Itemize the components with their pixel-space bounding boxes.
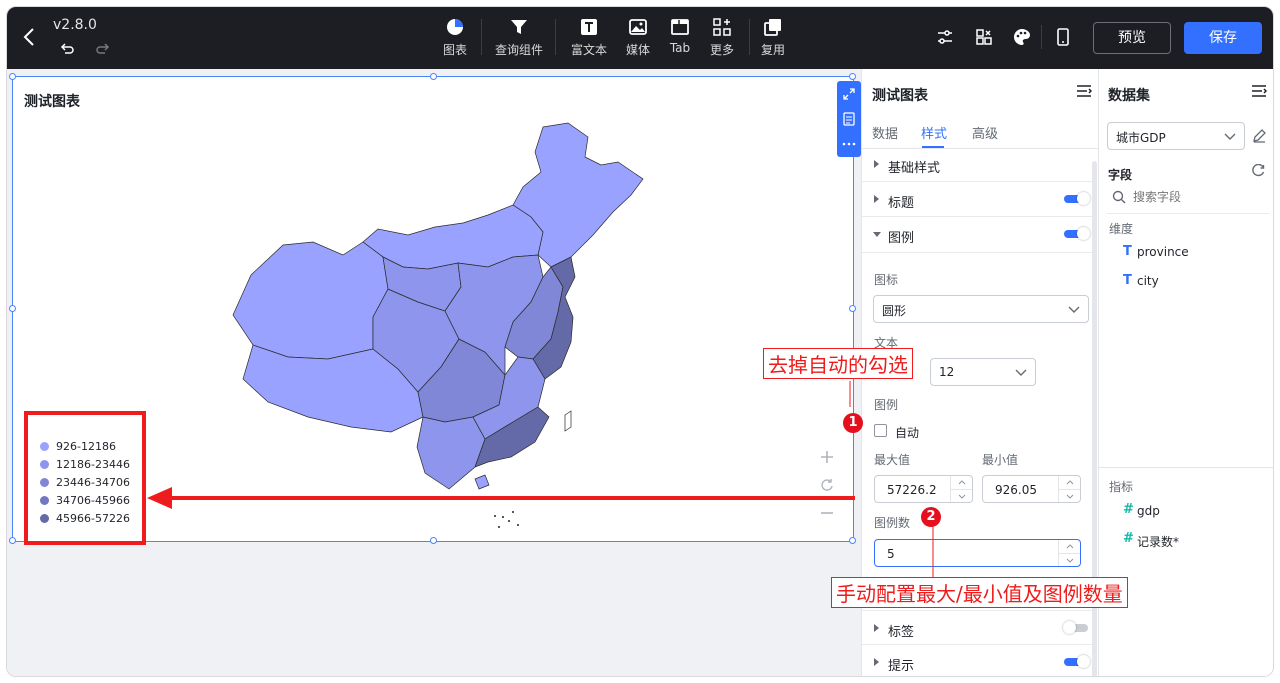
- app-window: v2.8.0 图表 查询组件 富文本 媒体 Tab 更多 复用 预览 保存 测试…: [6, 6, 1274, 677]
- annotation-badge-2: 2: [921, 507, 941, 527]
- annotation-manual-config: 手动配置最大/最小值及图例数量: [831, 577, 1128, 608]
- annotation-uncheck-auto: 去掉自动的勾选: [763, 348, 913, 379]
- annotation-badge-1: 1: [843, 413, 863, 433]
